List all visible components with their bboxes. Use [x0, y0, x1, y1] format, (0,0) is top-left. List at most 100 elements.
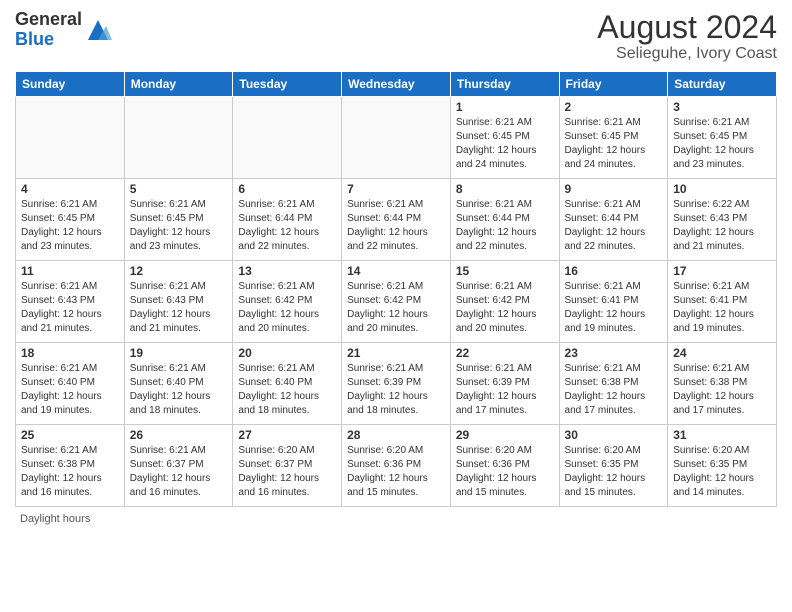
- table-row: [233, 97, 342, 179]
- day-info: Sunrise: 6:21 AMSunset: 6:40 PMDaylight:…: [238, 362, 336, 418]
- day-number: 13: [238, 264, 336, 278]
- day-info: Sunrise: 6:21 AMSunset: 6:45 PMDaylight:…: [456, 116, 554, 172]
- table-row: 8 Sunrise: 6:21 AMSunset: 6:44 PMDaylight…: [450, 179, 559, 261]
- calendar-week-row: 11 Sunrise: 6:21 AMSunset: 6:43 PMDayligh…: [16, 261, 777, 343]
- day-number: 31: [673, 428, 771, 442]
- day-info: Sunrise: 6:21 AMSunset: 6:42 PMDaylight:…: [347, 280, 445, 336]
- day-info: Sunrise: 6:20 AMSunset: 6:36 PMDaylight:…: [456, 444, 554, 500]
- calendar-week-row: 25 Sunrise: 6:21 AMSunset: 6:38 PMDayligh…: [16, 425, 777, 507]
- table-row: 12 Sunrise: 6:21 AMSunset: 6:43 PMDayligh…: [124, 261, 233, 343]
- day-number: 20: [238, 346, 336, 360]
- calendar-week-row: 1 Sunrise: 6:21 AMSunset: 6:45 PMDaylight…: [16, 97, 777, 179]
- col-sunday: Sunday: [16, 72, 125, 97]
- day-number: 24: [673, 346, 771, 360]
- table-row: 14Sunrise: 6:21 AMSunset: 6:42 PMDayligh…: [342, 261, 451, 343]
- table-row: 21Sunrise: 6:21 AMSunset: 6:39 PMDayligh…: [342, 343, 451, 425]
- table-row: 17 Sunrise: 6:21 AMSunset: 6:41 PMDayligh…: [668, 261, 777, 343]
- day-number: 21: [347, 346, 445, 360]
- day-number: 12: [130, 264, 228, 278]
- table-row: 9 Sunrise: 6:21 AMSunset: 6:44 PMDaylight…: [559, 179, 668, 261]
- day-number: 28: [347, 428, 445, 442]
- day-number: 2: [565, 100, 663, 114]
- table-row: 15Sunrise: 6:21 AMSunset: 6:42 PMDayligh…: [450, 261, 559, 343]
- month-year: August 2024: [597, 10, 777, 45]
- day-number: 11: [21, 264, 119, 278]
- day-number: 3: [673, 100, 771, 114]
- day-number: 10: [673, 182, 771, 196]
- table-row: 1 Sunrise: 6:21 AMSunset: 6:45 PMDaylight…: [450, 97, 559, 179]
- table-row: 27 Sunrise: 6:20 AMSunset: 6:37 PMDayligh…: [233, 425, 342, 507]
- day-info: Sunrise: 6:20 AMSunset: 6:36 PMDaylight:…: [347, 444, 445, 500]
- day-info: Sunrise: 6:21 AMSunset: 6:41 PMDaylight:…: [565, 280, 663, 336]
- day-number: 27: [238, 428, 336, 442]
- day-number: 22: [456, 346, 554, 360]
- day-number: 18: [21, 346, 119, 360]
- col-wednesday: Wednesday: [342, 72, 451, 97]
- day-number: 23: [565, 346, 663, 360]
- day-info: Sunrise: 6:21 AMSunset: 6:43 PMDaylight:…: [130, 280, 228, 336]
- day-info: Sunrise: 6:20 AMSunset: 6:35 PMDaylight:…: [673, 444, 771, 500]
- page-container: General Blue August 2024 Selieguhe, Ivor…: [0, 0, 792, 612]
- day-number: 16: [565, 264, 663, 278]
- table-row: 26 Sunrise: 6:21 AMSunset: 6:37 PMDayligh…: [124, 425, 233, 507]
- logo: General Blue: [15, 10, 112, 50]
- day-info: Sunrise: 6:21 AMSunset: 6:38 PMDaylight:…: [565, 362, 663, 418]
- day-info: Sunrise: 6:21 AMSunset: 6:41 PMDaylight:…: [673, 280, 771, 336]
- table-row: 18 Sunrise: 6:21 AMSunset: 6:40 PMDayligh…: [16, 343, 125, 425]
- day-number: 25: [21, 428, 119, 442]
- col-saturday: Saturday: [668, 72, 777, 97]
- day-info: Sunrise: 6:21 AMSunset: 6:45 PMDaylight:…: [673, 116, 771, 172]
- day-number: 1: [456, 100, 554, 114]
- day-number: 7: [347, 182, 445, 196]
- day-info: Sunrise: 6:21 AMSunset: 6:44 PMDaylight:…: [565, 198, 663, 254]
- day-number: 6: [238, 182, 336, 196]
- table-row: 29Sunrise: 6:20 AMSunset: 6:36 PMDayligh…: [450, 425, 559, 507]
- day-info: Sunrise: 6:21 AMSunset: 6:38 PMDaylight:…: [21, 444, 119, 500]
- table-row: 28 Sunrise: 6:20 AMSunset: 6:36 PMDayligh…: [342, 425, 451, 507]
- table-row: 22Sunrise: 6:21 AMSunset: 6:39 PMDayligh…: [450, 343, 559, 425]
- day-number: 30: [565, 428, 663, 442]
- table-row: 11 Sunrise: 6:21 AMSunset: 6:43 PMDayligh…: [16, 261, 125, 343]
- table-row: 31 Sunrise: 6:20 AMSunset: 6:35 PMDayligh…: [668, 425, 777, 507]
- day-info: Sunrise: 6:21 AMSunset: 6:40 PMDaylight:…: [130, 362, 228, 418]
- day-info: Sunrise: 6:21 AMSunset: 6:44 PMDaylight:…: [347, 198, 445, 254]
- day-number: 26: [130, 428, 228, 442]
- day-number: 4: [21, 182, 119, 196]
- logo-icon: [84, 16, 112, 44]
- table-row: 24 Sunrise: 6:21 AMSunset: 6:38 PMDayligh…: [668, 343, 777, 425]
- calendar-week-row: 4 Sunrise: 6:21 AMSunset: 6:45 PMDaylight…: [16, 179, 777, 261]
- day-info: Sunrise: 6:21 AMSunset: 6:38 PMDaylight:…: [673, 362, 771, 418]
- calendar-header-row: Sunday Monday Tuesday Wednesday Thursday…: [16, 72, 777, 97]
- day-info: Sunrise: 6:20 AMSunset: 6:35 PMDaylight:…: [565, 444, 663, 500]
- table-row: 25 Sunrise: 6:21 AMSunset: 6:38 PMDayligh…: [16, 425, 125, 507]
- logo-blue: Blue: [15, 29, 54, 49]
- table-row: 23 Sunrise: 6:21 AMSunset: 6:38 PMDayligh…: [559, 343, 668, 425]
- day-info: Sunrise: 6:21 AMSunset: 6:43 PMDaylight:…: [21, 280, 119, 336]
- table-row: 7 Sunrise: 6:21 AMSunset: 6:44 PMDaylight…: [342, 179, 451, 261]
- day-number: 8: [456, 182, 554, 196]
- day-info: Sunrise: 6:21 AMSunset: 6:45 PMDaylight:…: [130, 198, 228, 254]
- day-info: Sunrise: 6:21 AMSunset: 6:40 PMDaylight:…: [21, 362, 119, 418]
- table-row: 5 Sunrise: 6:21 AMSunset: 6:45 PMDaylight…: [124, 179, 233, 261]
- table-row: 16 Sunrise: 6:21 AMSunset: 6:41 PMDayligh…: [559, 261, 668, 343]
- title-block: August 2024 Selieguhe, Ivory Coast: [597, 10, 777, 63]
- day-info: Sunrise: 6:21 AMSunset: 6:44 PMDaylight:…: [456, 198, 554, 254]
- calendar: Sunday Monday Tuesday Wednesday Thursday…: [15, 71, 777, 507]
- col-thursday: Thursday: [450, 72, 559, 97]
- table-row: 13 Sunrise: 6:21 AMSunset: 6:42 PMDayligh…: [233, 261, 342, 343]
- table-row: 2Sunrise: 6:21 AMSunset: 6:45 PMDaylight…: [559, 97, 668, 179]
- table-row: 4Sunrise: 6:21 AMSunset: 6:45 PMDaylight…: [16, 179, 125, 261]
- day-info: Sunrise: 6:20 AMSunset: 6:37 PMDaylight:…: [238, 444, 336, 500]
- table-row: [342, 97, 451, 179]
- table-row: [124, 97, 233, 179]
- day-number: 19: [130, 346, 228, 360]
- table-row: 10Sunrise: 6:22 AMSunset: 6:43 PMDayligh…: [668, 179, 777, 261]
- day-info: Sunrise: 6:21 AMSunset: 6:42 PMDaylight:…: [238, 280, 336, 336]
- daylight-hours-label: Daylight hours: [20, 513, 90, 525]
- day-number: 5: [130, 182, 228, 196]
- day-info: Sunrise: 6:21 AMSunset: 6:37 PMDaylight:…: [130, 444, 228, 500]
- day-number: 17: [673, 264, 771, 278]
- table-row: 30 Sunrise: 6:20 AMSunset: 6:35 PMDayligh…: [559, 425, 668, 507]
- table-row: 6Sunrise: 6:21 AMSunset: 6:44 PMDaylight…: [233, 179, 342, 261]
- day-number: 9: [565, 182, 663, 196]
